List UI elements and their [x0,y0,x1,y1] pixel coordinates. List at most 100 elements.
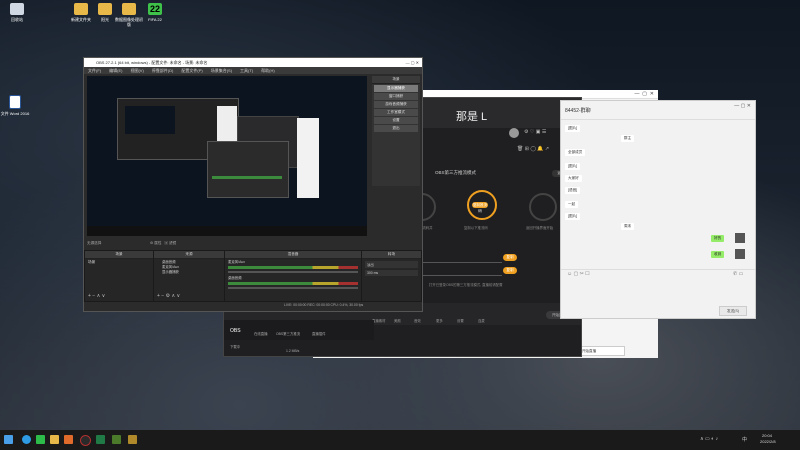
mixer-volume-slider[interactable] [228,287,358,289]
control-button[interactable]: 显示器捕获 [374,85,418,92]
copy-key-button[interactable]: 复制 [503,267,517,274]
copy-url-button[interactable]: 复制 [503,254,517,261]
wechat-icon[interactable] [36,435,45,444]
tray-icons[interactable]: ∧ ▭ ◐ ♪ [700,436,718,442]
panel-title: 场景 [372,76,420,84]
step-caption: 返回开播界面开始 [526,226,554,230]
obs-preview[interactable] [87,76,367,236]
live-app-icon[interactable] [112,435,121,444]
explorer-icon[interactable] [50,435,59,444]
toolbar-item[interactable]: 更多 [436,318,443,323]
menu-item[interactable]: 配置文件(P) [181,68,202,73]
obs-window[interactable]: OBS 27.2.1 (64 bit, windows) - 配置文件: 未命名… [83,57,423,312]
tab-obs[interactable]: OBS [230,328,241,334]
step-caption: 复制以下推流码 [464,226,488,230]
chat-window[interactable]: 84452-群聊 — ▢ ✕ [图片] 群主 全部成员 [图片] 大家好 [语音… [560,100,756,319]
start-icon[interactable] [4,435,13,444]
tab-bar [224,320,374,340]
menu-item[interactable]: 编辑(E) [109,68,122,73]
step-copy-button[interactable]: 复制推流码 [472,202,488,213]
toolbar-item[interactable]: 直播素材 [372,318,386,323]
toolbar-item[interactable]: 连麦 [478,318,485,323]
desktop-icon-fifa[interactable]: 22 FIFA 22 [140,3,170,22]
window-controls[interactable]: — ▢ ✕ [734,103,751,109]
preview-nested-screen [125,106,175,134]
taskbar: ∧ ▭ ◐ ♪ 中 20:04 2022/2/8 [0,430,800,450]
source-item[interactable]: 显示器捕获 [154,269,224,274]
toolbar-item[interactable]: 音效 [414,318,421,323]
obs-title: OBS 27.2.1 (64 bit, windows) - 配置文件: 未命名… [96,60,208,65]
transition-duration[interactable]: 300 ms [365,270,418,276]
clock-date[interactable]: 2022/2/8 [760,439,776,444]
desktop-icon-label: 回收站 [11,17,23,22]
avatar[interactable] [509,128,519,138]
mixer-meter [228,282,358,285]
header-icons-row2[interactable]: 🗑 ⊞ ◯ 🔔 ↗ [517,146,549,152]
control-button[interactable]: 设置 [374,117,418,124]
message-bubble: 一起 [565,201,579,208]
tab-plugin[interactable]: 直播插件 [312,331,326,336]
tab-online[interactable]: 在线直播 [254,331,268,336]
feature-title: OBS第三方推流模式 [435,170,477,175]
mixer-volume-slider[interactable] [228,271,358,273]
obs-controls-panel: 场景 显示器捕获 窗口捕获 游戏音频捕获 工作室模式 设置 退出 [372,76,420,186]
sources-dock: 来源 桌面音频 麦克风/Aux 显示器捕获 + − ⚙ ∧ ∨ [153,250,225,302]
toolbar-item[interactable]: 设置 [457,318,464,323]
word-doc-icon [9,95,21,109]
message-bubble: [图片] [565,163,581,170]
obs-titlebar: OBS 27.2.1 (64 bit, windows) - 配置文件: 未命名… [84,58,422,67]
menu-item[interactable]: 工具(T) [240,68,253,73]
menu-item[interactable]: 场景集合(S) [211,68,232,73]
dock-title: 场景 [85,251,153,259]
toolbar-item[interactable]: 美颜 [394,318,401,323]
menu-item[interactable]: 停靠部件(D) [152,68,174,73]
mixer-channel-name: 桌面音频 [228,276,242,280]
folder-icon [98,3,112,15]
send-button[interactable]: 发送(S) [719,306,747,316]
message-bubble: 大家好 [565,175,582,182]
preview-tools[interactable]: ⚙ 属性 ▣ 滤镜 [150,241,176,246]
input-divider [561,269,755,270]
window-controls[interactable]: — ▢ ✕ [635,91,654,97]
header-icons[interactable]: ⚙ ♡ ▣ ☰ [524,129,546,135]
control-button[interactable]: 退出 [374,125,418,132]
chat-title: 84452-群聊 [565,108,591,114]
fifa-icon: 22 [148,3,162,15]
message-bubble: [图片] [565,125,581,132]
control-button[interactable]: 工作室模式 [374,109,418,116]
stream-key-field[interactable] [422,268,502,276]
window-controls[interactable]: — ▢ ✕ [406,58,419,67]
scene-list-item[interactable]: 场景 [85,259,153,266]
message-bubble: 周末 [621,223,635,230]
scenes-dock: 场景 场景 + − ∧ ∨ [84,250,154,302]
folder-icon [122,3,136,15]
desktop-icon-word[interactable]: 文件 Word 2016 [0,95,30,116]
phone-icon[interactable]: ✆ ▭ [733,271,743,277]
tray-lang[interactable]: 中 [742,436,747,443]
transition-select[interactable]: 淡出 [365,261,418,268]
recycle-bin-icon [10,3,24,15]
clock-time[interactable]: 20:04 [762,433,772,438]
dock-buttons[interactable]: + − ⚙ ∧ ∨ [157,293,180,299]
app-icon[interactable] [64,435,73,444]
control-button[interactable]: 窗口捕获 [374,93,418,100]
app-icon[interactable] [128,435,137,444]
excel-icon[interactable] [96,435,105,444]
desktop-icon-recycle-bin[interactable]: 回收站 [2,3,32,22]
dock-buttons[interactable]: + − ∧ ∨ [88,293,105,299]
control-button[interactable]: 游戏音频捕获 [374,101,418,108]
stream-url-field[interactable] [422,255,502,263]
tab-third-party[interactable]: OBS第三方推流 [276,331,300,336]
input-toolbar-icons[interactable]: ☺ ▢ ✂ ☐ [567,271,590,277]
preview-nested-obs-2 [207,141,289,198]
mixer-dock: 混音器 麦克风/Aux 桌面音频 [224,250,362,302]
sent-bubble: 收到 [711,251,725,258]
edge-icon[interactable] [22,435,31,444]
menu-item[interactable]: 文件(F) [88,68,101,73]
download-status: 下载中 [230,345,241,349]
preview-nested-meter [212,176,282,179]
obs-icon[interactable] [80,435,91,446]
menu-item[interactable]: 视图(V) [130,68,143,73]
menu-item[interactable]: 帮助(H) [261,68,275,73]
preview-nested-taskbar [87,226,367,236]
